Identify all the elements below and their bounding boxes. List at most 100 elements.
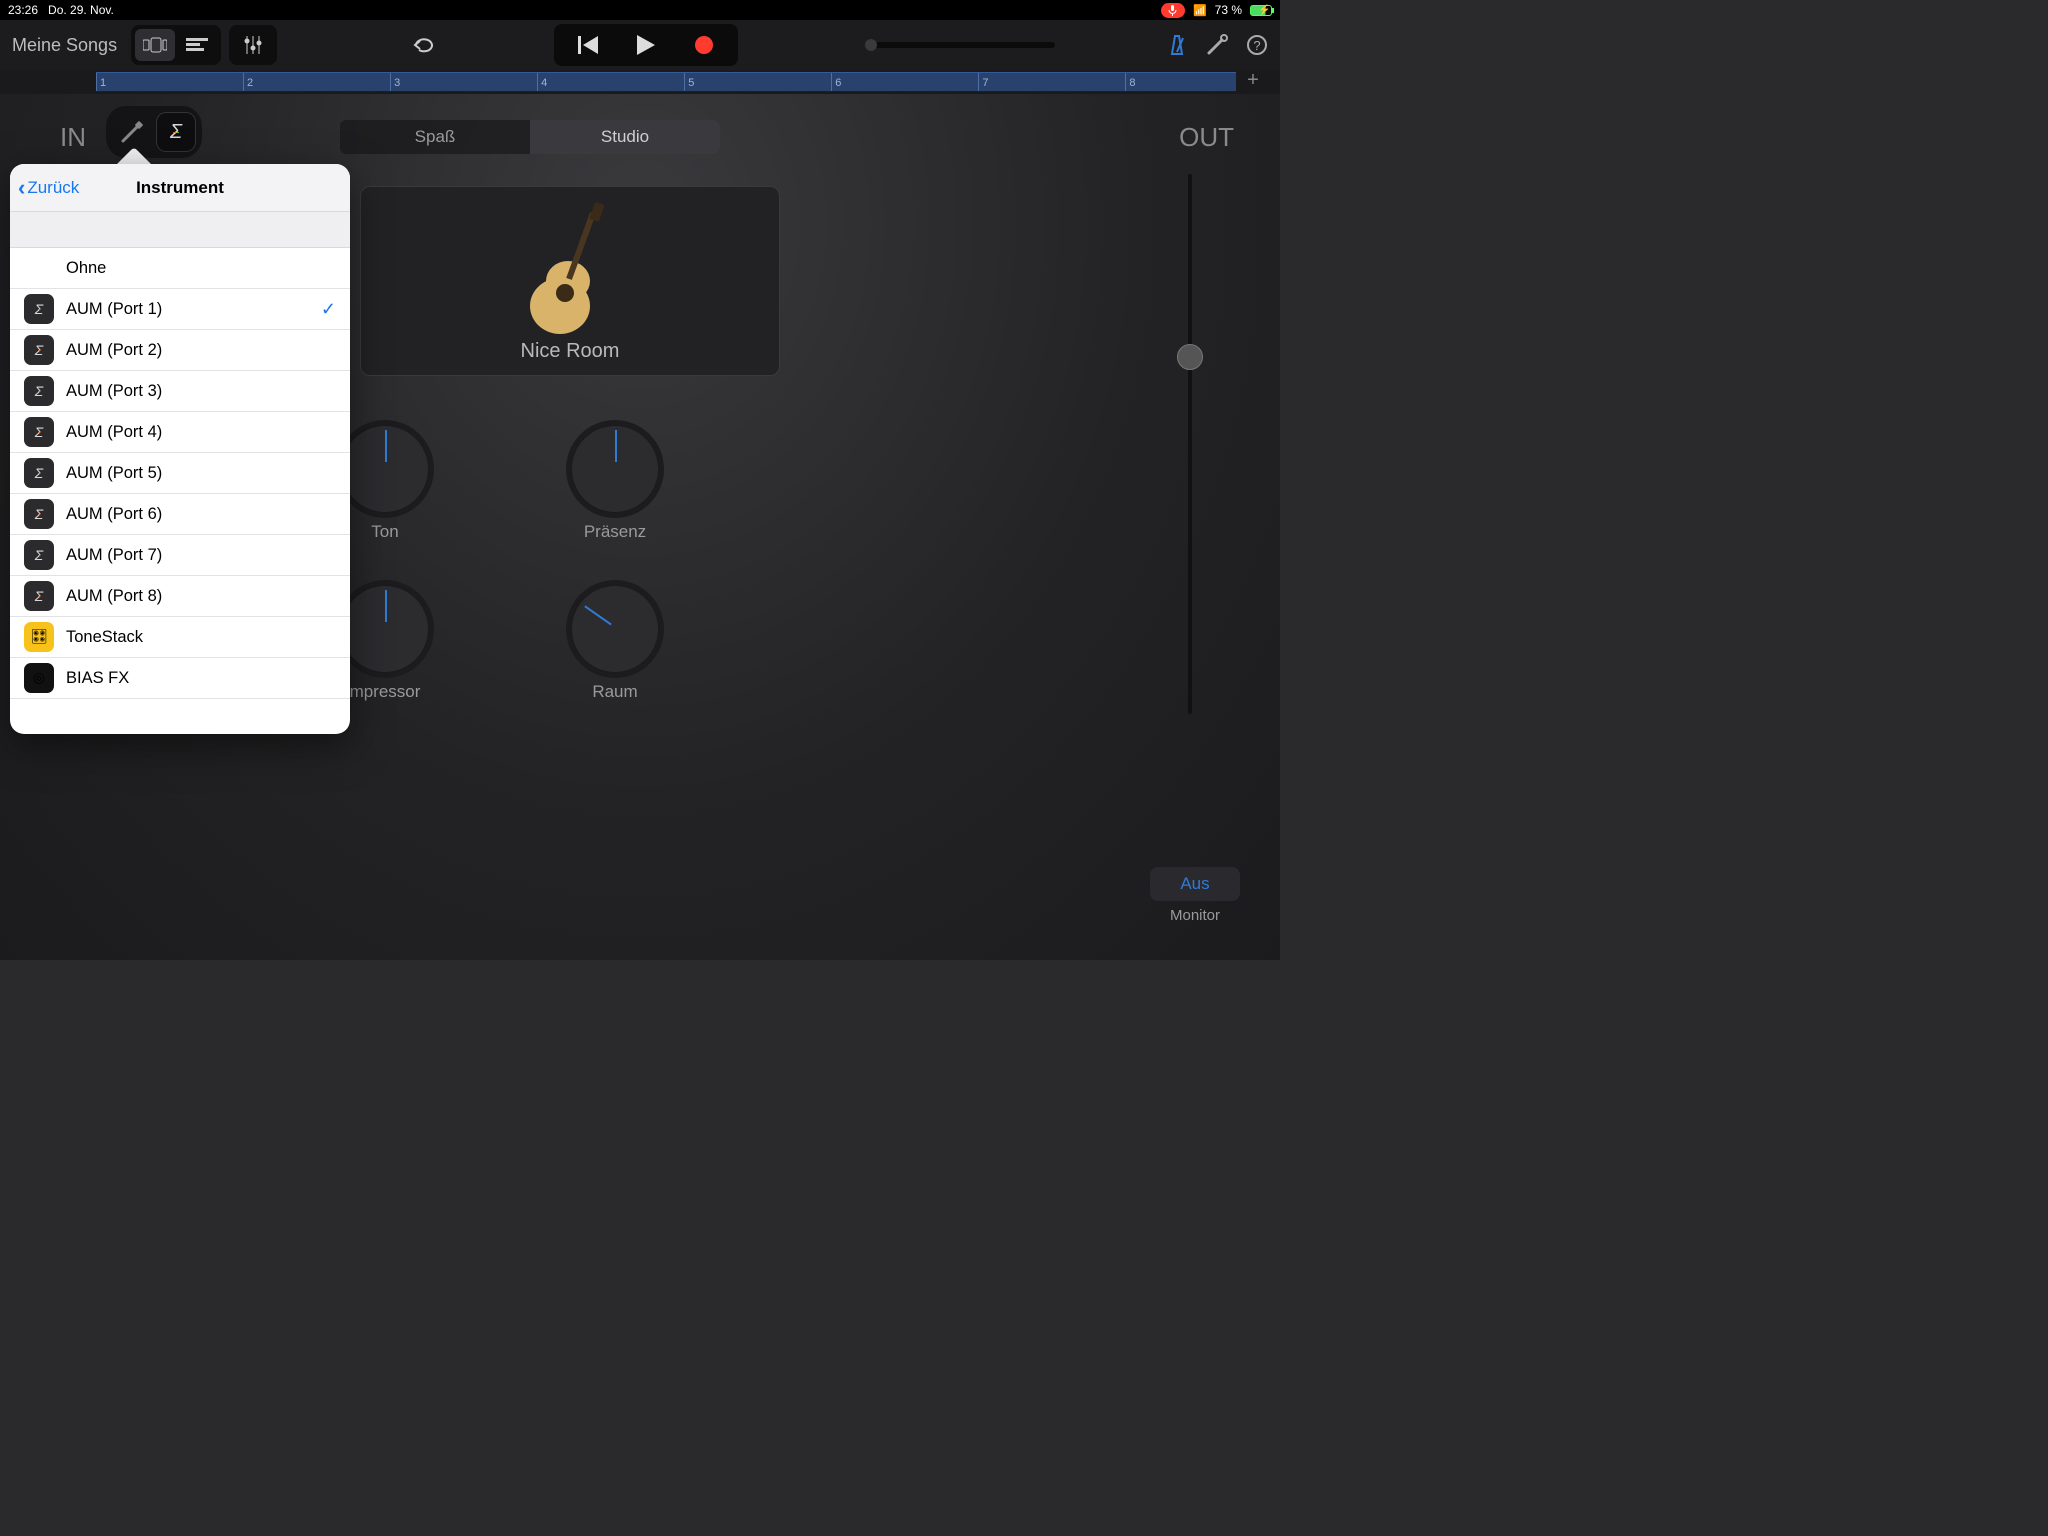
biasfx-icon: ◎ — [24, 663, 54, 693]
master-volume-slider[interactable] — [865, 42, 1055, 48]
instrument-popover: ‹ Zurück Instrument OhneΣAUM (Port 1)✓ΣA… — [10, 164, 350, 734]
room-label: Raum — [555, 682, 675, 702]
ruler-row: 1 2 3 4 5 6 7 8 + — [0, 70, 1280, 94]
instrument-option-label: AUM (Port 8) — [66, 587, 162, 606]
presence-knob[interactable] — [570, 424, 660, 514]
instrument-option-label: AUM (Port 4) — [66, 423, 162, 442]
status-date: Do. 29. Nov. — [48, 3, 114, 17]
aum-icon: Σ — [24, 376, 54, 406]
battery-percent: 73 % — [1215, 3, 1242, 17]
help-button[interactable]: ? — [1246, 34, 1268, 56]
monitor-label: Monitor — [1150, 907, 1240, 924]
compressor-knob[interactable] — [340, 584, 430, 674]
tonestack-icon: 🎛 — [24, 622, 54, 652]
settings-button[interactable] — [1206, 34, 1228, 56]
ruler-tick: 7 — [978, 73, 988, 91]
instrument-view: IN OUT Σ Spaß Studio Nice Room Ton Präse… — [0, 94, 1280, 960]
browser-view-button[interactable] — [135, 29, 175, 61]
mixer-group — [229, 25, 277, 65]
instrument-option-label: AUM (Port 5) — [66, 464, 162, 483]
instrument-option[interactable]: ◎ BIAS FX — [10, 658, 350, 699]
track-controls-button[interactable] — [233, 29, 273, 61]
tone-knob[interactable] — [340, 424, 430, 514]
aum-icon: Σ — [24, 458, 54, 488]
chevron-left-icon: ‹ — [18, 177, 25, 199]
status-time: 23:26 — [8, 3, 38, 17]
undo-button[interactable] — [403, 29, 443, 61]
instrument-option-label: AUM (Port 3) — [66, 382, 162, 401]
instrument-option[interactable]: Σ AUM (Port 4) — [10, 412, 350, 453]
tracks-view-button[interactable] — [177, 29, 217, 61]
instrument-option[interactable]: Ohne — [10, 248, 350, 289]
battery-icon: ⚡ — [1250, 5, 1272, 16]
instrument-option[interactable]: Σ AUM (Port 6) — [10, 494, 350, 535]
mode-segment: Spaß Studio — [340, 120, 720, 154]
metronome-button[interactable] — [1166, 34, 1188, 56]
preset-tile[interactable]: Nice Room — [360, 186, 780, 376]
go-to-start-button[interactable] — [560, 28, 616, 62]
presence-label: Präsenz — [555, 522, 675, 542]
monitor-toggle[interactable]: Aus — [1150, 867, 1240, 901]
ruler-tick: 6 — [831, 73, 841, 91]
toolbar: Meine Songs ? — [0, 20, 1280, 70]
instrument-option[interactable]: Σ AUM (Port 8) — [10, 576, 350, 617]
ruler-tick: 1 — [96, 73, 106, 91]
instrument-option-label: Ohne — [66, 259, 106, 278]
aum-icon: Σ — [24, 335, 54, 365]
ruler-tick: 3 — [390, 73, 400, 91]
monitor-section: Aus Monitor — [1150, 867, 1240, 924]
aum-icon: Σ — [24, 499, 54, 529]
output-slider-thumb[interactable] — [1177, 344, 1203, 370]
input-label: IN — [60, 122, 86, 153]
recording-indicator-icon — [1161, 3, 1185, 18]
add-section-button[interactable]: + — [1242, 71, 1264, 93]
svg-text:?: ? — [1253, 38, 1260, 53]
play-button[interactable] — [618, 28, 674, 62]
instrument-option[interactable]: Σ AUM (Port 7) — [10, 535, 350, 576]
room-knob[interactable] — [570, 584, 660, 674]
instrument-option[interactable]: 🎛 ToneStack — [10, 617, 350, 658]
wifi-icon — [1193, 3, 1207, 17]
my-songs-button[interactable]: Meine Songs — [12, 35, 117, 56]
record-button[interactable] — [676, 28, 732, 62]
instrument-option[interactable]: Σ AUM (Port 2) — [10, 330, 350, 371]
input-interapp-button[interactable]: Σ — [156, 112, 196, 152]
instrument-option-label: AUM (Port 6) — [66, 505, 162, 524]
input-source-selector: Σ — [106, 106, 202, 158]
instrument-option[interactable]: Σ AUM (Port 5) — [10, 453, 350, 494]
instrument-option[interactable]: Σ AUM (Port 3) — [10, 371, 350, 412]
ruler-tick: 2 — [243, 73, 253, 91]
ruler-tick: 4 — [537, 73, 547, 91]
aum-icon: Σ — [24, 294, 54, 324]
aum-icon: Σ — [24, 540, 54, 570]
output-volume-slider[interactable] — [1188, 174, 1192, 714]
transport — [554, 24, 738, 66]
popover-section-gap — [10, 212, 350, 248]
instrument-list: Ohne Σ AUM (Port 1) ✓ Σ AUM (Port 2) Σ AUM (Por… — [10, 248, 350, 699]
popover-title: Instrument — [136, 178, 224, 198]
aum-icon: Σ — [24, 581, 54, 611]
output-label: OUT — [1179, 122, 1234, 153]
mode-studio[interactable]: Studio — [530, 120, 720, 154]
guitar-icon — [520, 201, 620, 341]
instrument-option-label: AUM (Port 7) — [66, 546, 162, 565]
preset-name: Nice Room — [521, 340, 620, 363]
view-toggle — [131, 25, 221, 65]
instrument-option-label: AUM (Port 1) — [66, 300, 162, 319]
mode-fun[interactable]: Spaß — [340, 120, 530, 154]
ruler-tick: 5 — [684, 73, 694, 91]
input-jack-button[interactable] — [112, 112, 152, 152]
popover-header: ‹ Zurück Instrument — [10, 164, 350, 212]
back-label: Zurück — [27, 178, 79, 198]
status-bar: 23:26 Do. 29. Nov. 73 % ⚡ — [0, 0, 1280, 20]
checkmark-icon: ✓ — [321, 299, 336, 320]
instrument-option-label: BIAS FX — [66, 669, 129, 688]
ruler-tick: 8 — [1125, 73, 1135, 91]
back-button[interactable]: ‹ Zurück — [18, 177, 79, 199]
timeline-ruler[interactable]: 1 2 3 4 5 6 7 8 — [96, 72, 1236, 92]
instrument-option-label: ToneStack — [66, 628, 143, 647]
record-icon — [695, 36, 713, 54]
instrument-option-label: AUM (Port 2) — [66, 341, 162, 360]
aum-icon: Σ — [24, 417, 54, 447]
instrument-option[interactable]: Σ AUM (Port 1) ✓ — [10, 289, 350, 330]
